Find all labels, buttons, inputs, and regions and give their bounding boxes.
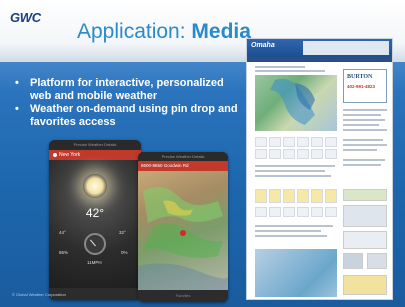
stat-precip: 0% — [121, 250, 128, 255]
website-us-map — [255, 249, 337, 297]
address-text: 8600-8650 Goodwin Rd — [141, 163, 189, 168]
sidebar-ad — [343, 275, 387, 295]
radar-map — [138, 171, 228, 290]
favorites-tab: Favorites — [175, 294, 191, 298]
website-weather-map — [255, 75, 337, 131]
forecast-row — [255, 207, 337, 217]
text-line — [255, 70, 325, 72]
forecast-row — [255, 149, 337, 159]
stat-humidity: 86% — [59, 250, 69, 255]
text-line — [343, 129, 387, 131]
burton-ad-name: BURTON — [347, 74, 373, 80]
forecast-icons-row — [255, 189, 337, 203]
sun-icon — [83, 174, 107, 198]
phone-weather-detail-screenshot: Precise Weather Details New York 42° 44°… — [49, 140, 141, 300]
slide-title-prefix: Application: — [77, 20, 192, 43]
location-pin-icon — [53, 152, 57, 157]
text-line — [255, 230, 321, 232]
text-line — [343, 124, 379, 126]
bullet-item: • Platform for interactive, personalized… — [14, 77, 244, 102]
phone-app-title: Precise Weather Details — [49, 140, 141, 150]
text-line — [255, 175, 331, 177]
sidebar-ad — [343, 205, 387, 227]
weather-panel: 42° 44° 32° 86% 0% 11MPH — [49, 160, 141, 288]
text-line — [343, 164, 381, 166]
slide-footer: © Global Weather Corporation — [12, 292, 66, 297]
slide: GWC Application: Media • Platform for in… — [0, 0, 405, 307]
text-line — [255, 165, 335, 167]
phone-app-title: Precise Weather Details — [138, 152, 228, 161]
website-screenshot: Omaha BURTON 402-991-4823 — [246, 38, 393, 300]
website-logo: Omaha — [251, 42, 275, 49]
text-line — [255, 225, 333, 227]
sidebar-ad — [367, 253, 387, 269]
text-line — [343, 159, 385, 161]
stat-wind: 11MPH — [87, 260, 102, 265]
wind-gauge-icon — [84, 233, 106, 255]
text-line — [343, 119, 385, 121]
burton-ad-phone: 402-991-4823 — [347, 84, 376, 89]
radar-overlay — [138, 187, 228, 290]
stat-low: 32° — [119, 230, 126, 235]
text-line — [255, 235, 327, 237]
address-bar: 8600-8650 Goodwin Rd — [138, 161, 228, 171]
burton-ad: BURTON 402-991-4823 — [343, 69, 387, 103]
text-line — [255, 170, 325, 172]
text-line — [343, 149, 377, 151]
website-header: Omaha — [247, 39, 392, 57]
slide-title: Application: Media — [77, 20, 251, 44]
website-nav-bar — [247, 57, 392, 62]
text-line — [343, 139, 383, 141]
bullet-text: Weather on-demand using pin drop and fav… — [30, 103, 238, 128]
text-line — [255, 66, 305, 68]
text-line — [343, 109, 387, 111]
bullet-marker: • — [15, 103, 19, 115]
bullet-marker: • — [15, 77, 19, 89]
text-line — [343, 144, 387, 146]
text-line — [343, 114, 381, 116]
phone-radar-map-screenshot: Precise Weather Details 8600-8650 Goodwi… — [138, 152, 228, 302]
slide-title-bold: Media — [191, 20, 251, 43]
website-banner-ad — [303, 41, 389, 55]
phone-tab-bar: Favorites — [138, 290, 228, 302]
bullet-list: • Platform for interactive, personalized… — [14, 77, 244, 129]
bullet-text: Platform for interactive, personalized w… — [30, 77, 224, 102]
sidebar-ad — [343, 253, 363, 269]
city-name: New York — [59, 152, 81, 158]
stat-high: 44° — [59, 230, 66, 235]
current-temperature: 42° — [85, 206, 105, 220]
forecast-row — [255, 137, 337, 147]
gwc-logo: GWC — [10, 10, 41, 25]
sidebar-ad — [343, 189, 387, 201]
map-pin-icon — [180, 230, 186, 236]
city-bar: New York — [49, 150, 141, 160]
bullet-item: • Weather on-demand using pin drop and f… — [14, 103, 244, 128]
sidebar-ad — [343, 231, 387, 249]
